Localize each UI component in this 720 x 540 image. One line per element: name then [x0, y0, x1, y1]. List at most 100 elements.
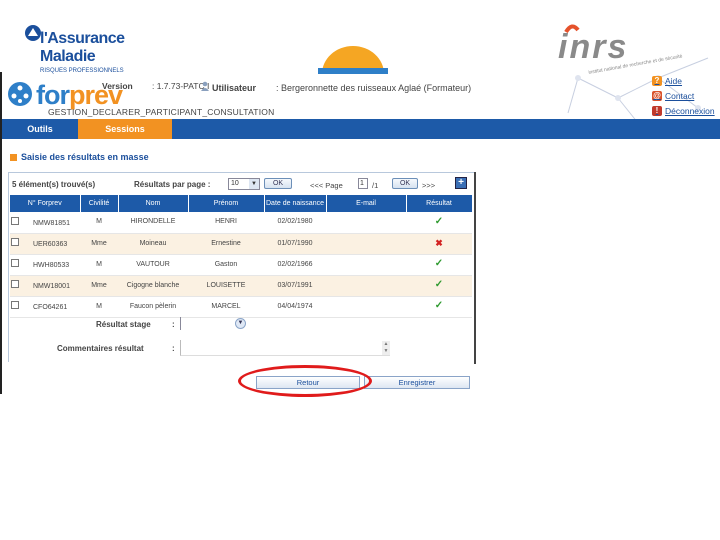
per-page-ok-button[interactable]: OK [264, 178, 292, 189]
pager-next[interactable]: >>> [422, 181, 435, 190]
table-row[interactable]: NMW81851 M HIRONDELLE HENRI 02/02/1980 ✓ [10, 212, 472, 234]
stage-result-select[interactable]: ▼ [180, 317, 246, 330]
cell-email [326, 275, 406, 297]
row-checkbox-id: HWH80533 [10, 254, 80, 276]
col-header-resultat[interactable]: Résultat [406, 195, 473, 212]
forprev-mark-icon [8, 82, 32, 106]
cell-nom: Moineau [118, 233, 188, 255]
menu-outils[interactable]: Outils [2, 119, 78, 139]
cell-email [326, 296, 406, 318]
cell-civilite: M [80, 296, 118, 318]
row-checkbox[interactable] [11, 301, 19, 309]
per-page-value: 10 [231, 180, 239, 187]
logout-link-label: Déconnexion [665, 106, 715, 116]
cell-id: HWH80533 [33, 262, 70, 269]
logout-link[interactable]: ! Déconnexion [652, 104, 720, 118]
cell-dob: 01/07/1990 [264, 233, 326, 255]
comment-textarea[interactable]: ▲ ▼ [180, 340, 390, 356]
row-checkbox[interactable] [11, 238, 19, 246]
check-icon[interactable]: ✓ [435, 216, 443, 227]
cell-email [326, 254, 406, 276]
cross-icon[interactable]: ✖ [435, 238, 443, 248]
top-links: ? Aide @ Contact ! Déconnexion [652, 74, 720, 119]
cell-id: NMW81851 [33, 219, 70, 227]
assurance-tagline: RISQUES PROFESSIONNELS [40, 68, 124, 74]
row-checkbox-id: CFO64261 [10, 296, 80, 318]
user-icon [201, 81, 209, 91]
user-label: Utilisateur [212, 83, 257, 93]
contact-link-label: Contact [665, 91, 695, 101]
panel-border [474, 172, 476, 364]
cell-nom: Cigogne blanche [118, 275, 188, 297]
page-input[interactable]: 1 [358, 178, 368, 189]
forprev-for: for [36, 80, 70, 110]
stage-result-label: Résultat stage [96, 320, 151, 329]
table-row[interactable]: CFO64261 M Faucon pèlerin MARCEL 04/04/1974 ✓ [10, 296, 472, 318]
cell-email [326, 212, 406, 234]
cell-resultat: ✓ [406, 296, 472, 318]
check-icon[interactable]: ✓ [435, 258, 443, 269]
cell-prenom: Gaston [188, 254, 264, 276]
cell-nom: HIRONDELLE [118, 212, 188, 234]
row-checkbox[interactable] [11, 280, 19, 288]
row-checkbox-id: UER60363 [10, 233, 80, 255]
textarea-scroll-icon[interactable]: ▲ ▼ [382, 341, 390, 355]
cell-dob: 04/04/1974 [264, 296, 326, 318]
menu-sessions[interactable]: Sessions [78, 119, 172, 139]
col-header-id[interactable]: N° Forprev [10, 195, 81, 212]
cell-prenom: HENRI [188, 212, 264, 234]
row-checkbox[interactable] [11, 259, 19, 267]
help-link-label: Aide [665, 76, 683, 86]
retour-button[interactable]: Retour [256, 376, 360, 389]
cell-id: CFO64261 [33, 304, 68, 311]
screen-code: GESTION_DECLARER_PARTICIPANT_CONSULTATIO… [48, 107, 275, 117]
export-icon[interactable]: + [455, 177, 467, 189]
col-header-dob[interactable]: Date de naissance [264, 195, 327, 212]
sun-logo-icon [318, 46, 388, 74]
chevron-down-icon: ▼ [249, 179, 259, 189]
cell-resultat: ✓ [406, 275, 472, 297]
help-icon: ? [652, 76, 662, 86]
cell-nom: VAUTOUR [118, 254, 188, 276]
contact-link[interactable]: @ Contact [652, 89, 720, 103]
cell-civilite: M [80, 212, 118, 234]
cell-dob: 02/02/1966 [264, 254, 326, 276]
table-row[interactable]: NMW18001 Mme Cigogne blanche LOUISETTE 03/07… [10, 275, 472, 297]
col-header-civilite[interactable]: Civilité [80, 195, 119, 212]
check-icon[interactable]: ✓ [435, 279, 443, 290]
cell-email [326, 233, 406, 255]
page-title-text: Saisie des résultats en masse [21, 152, 149, 162]
inrs-wordmark: inrs [558, 28, 629, 66]
comment-label: Commentaires résultat [57, 344, 144, 353]
cell-dob: 03/07/1991 [264, 275, 326, 297]
per-page-label: Résultats par page : [134, 180, 211, 189]
check-icon[interactable]: ✓ [435, 300, 443, 311]
stage-result-colon: : [172, 320, 175, 329]
col-header-email[interactable]: E-mail [326, 195, 407, 212]
cell-prenom: Ernestine [188, 233, 264, 255]
row-checkbox[interactable] [11, 216, 19, 225]
page-ok-button[interactable]: OK [392, 178, 418, 189]
cell-civilite: Mme [80, 275, 118, 297]
assurance-maladie-logo: l'Assurance Maladie RISQUES PROFESSIONNE… [22, 20, 162, 76]
table-row[interactable]: HWH80533 M VAUTOUR Gaston 02/02/1966 ✓ [10, 254, 472, 276]
table-row[interactable]: UER60363 Mme Moineau Ernestine 01/07/1990 ✖ [10, 233, 472, 255]
version-label: Version [102, 81, 133, 91]
cell-civilite: Mme [80, 233, 118, 255]
results-count: 5 élément(s) trouvé(s) [12, 180, 96, 189]
title-bullet-icon [10, 153, 17, 161]
cell-civilite: M [80, 254, 118, 276]
per-page-select[interactable]: 10 ▼ [228, 178, 260, 190]
comment-colon: : [172, 344, 175, 353]
page-title: Saisie des résultats en masse [10, 152, 149, 162]
help-link[interactable]: ? Aide [652, 74, 720, 88]
cell-id: NMW18001 [33, 283, 70, 290]
save-button[interactable]: Enregistrer [364, 376, 470, 389]
cell-prenom: MARCEL [188, 296, 264, 318]
cell-prenom: LOUISETTE [188, 275, 264, 297]
pager-prev[interactable]: <<< Page [310, 181, 343, 190]
row-checkbox-id: NMW81851 [10, 212, 80, 234]
col-header-nom[interactable]: Nom [118, 195, 189, 212]
col-header-prenom[interactable]: Prénom [188, 195, 265, 212]
forprev-logo: forprev [6, 80, 123, 110]
